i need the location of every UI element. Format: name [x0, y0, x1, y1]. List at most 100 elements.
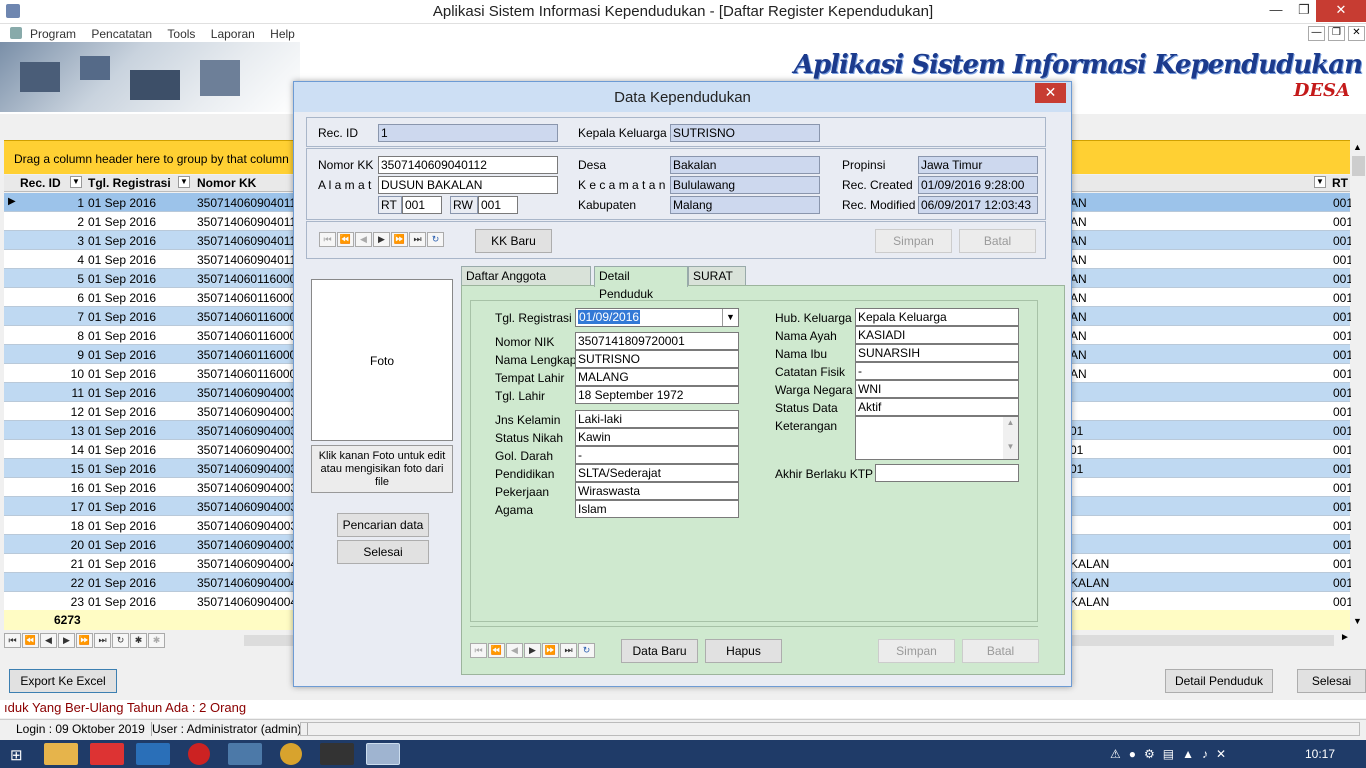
alamat-field[interactable]: DUSUN BAKALAN: [378, 176, 558, 194]
detail-prev-icon[interactable]: ◀: [506, 643, 523, 658]
ibu-field[interactable]: SUNARSIH: [855, 344, 1019, 362]
detail-first-icon[interactable]: ⏮: [470, 643, 487, 658]
menu-tools[interactable]: Tools: [161, 25, 201, 43]
selesai-main-button[interactable]: Selesai: [1297, 669, 1366, 693]
pencarian-data-button[interactable]: Pencarian data: [337, 513, 429, 537]
data-baru-button[interactable]: Data Baru: [621, 639, 698, 663]
kk-baru-button[interactable]: KK Baru: [475, 229, 552, 253]
fisik-field[interactable]: -: [855, 362, 1019, 380]
keterangan-textarea[interactable]: [855, 416, 1019, 460]
hapus-button[interactable]: Hapus: [705, 639, 782, 663]
tab-detail-penduduk[interactable]: Detail Penduduk: [594, 266, 688, 301]
nav-first-icon[interactable]: ⏮: [4, 633, 21, 648]
keterangan-scrollbar[interactable]: ▲ ▼: [1003, 417, 1018, 459]
tempat-field[interactable]: MALANG: [575, 368, 739, 386]
detail-next-page-icon[interactable]: ⏩: [542, 643, 559, 658]
desa-field[interactable]: Bakalan: [670, 156, 820, 174]
detail-prev-page-icon[interactable]: ⏪: [488, 643, 505, 658]
start-windows-icon[interactable]: ⊞: [10, 746, 23, 764]
detail-next-icon[interactable]: ▶: [524, 643, 541, 658]
agama-field[interactable]: Islam: [575, 500, 739, 518]
col-tgl[interactable]: Tgl. Registrasi: [88, 176, 171, 190]
pekerjaan-field[interactable]: Wiraswasta: [575, 482, 739, 500]
kk-batal-button[interactable]: Batal: [959, 229, 1036, 253]
nav-asterisk2-icon[interactable]: ✱: [148, 633, 165, 648]
status-field[interactable]: Aktif: [855, 398, 1019, 416]
vscroll-down-icon[interactable]: ▼: [1353, 616, 1362, 626]
kk-prev-icon[interactable]: ◀: [355, 232, 372, 247]
detail-refresh-icon[interactable]: ↻: [578, 643, 595, 658]
mdi-minimize-button[interactable]: —: [1308, 26, 1325, 41]
kabupaten-field[interactable]: Malang: [670, 196, 820, 214]
menu-program[interactable]: Program: [24, 25, 82, 43]
nav-next-page-icon[interactable]: ⏩: [76, 633, 93, 648]
mdi-close-button[interactable]: ✕: [1348, 26, 1365, 41]
rt-field[interactable]: 001: [402, 196, 442, 214]
photo-box[interactable]: Foto: [311, 279, 453, 441]
grid-vscroll[interactable]: ▲ ▼: [1351, 140, 1366, 630]
mdi-restore-button[interactable]: ❐: [1328, 26, 1345, 41]
nav-refresh-icon[interactable]: ↻: [112, 633, 129, 648]
export-excel-button[interactable]: Export Ke Excel: [9, 669, 117, 693]
dialog-close-button[interactable]: ✕: [1035, 83, 1066, 103]
nav-asterisk-icon[interactable]: ✱: [130, 633, 147, 648]
recid-field[interactable]: 1: [378, 124, 558, 142]
kk-next-icon[interactable]: ▶: [373, 232, 390, 247]
kk-refresh-icon[interactable]: ↻: [427, 232, 444, 247]
vscroll-up-icon[interactable]: ▲: [1353, 142, 1362, 152]
nokk-field[interactable]: 3507140609040112: [378, 156, 558, 174]
kk-next-page-icon[interactable]: ⏩: [391, 232, 408, 247]
col-recid[interactable]: Rec. ID: [20, 176, 61, 190]
detail-last-icon[interactable]: ⏭: [560, 643, 577, 658]
darah-field[interactable]: -: [575, 446, 739, 464]
menu-help[interactable]: Help: [264, 25, 301, 43]
selesai-dialog-button[interactable]: Selesai: [337, 540, 429, 564]
nav-last-icon[interactable]: ⏭: [94, 633, 111, 648]
menu-laporan[interactable]: Laporan: [205, 25, 261, 43]
taskbar-remote-icon[interactable]: [228, 743, 262, 765]
taskbar-vscode-icon[interactable]: [136, 743, 170, 765]
nav-prev-icon[interactable]: ◀: [40, 633, 57, 648]
taskbar-opera-icon[interactable]: [188, 743, 210, 765]
kecamatan-field[interactable]: Bululawang: [670, 176, 820, 194]
hub-field[interactable]: Kepala Keluarga: [855, 308, 1019, 326]
kk-first-icon[interactable]: ⏮: [319, 232, 336, 247]
nik-field[interactable]: 3507141809720001: [575, 332, 739, 350]
scroll-right-icon[interactable]: ►: [1340, 632, 1350, 643]
menu-pencatatan[interactable]: Pencatatan: [85, 25, 158, 43]
propinsi-field[interactable]: Jawa Timur: [918, 156, 1038, 174]
tglreg-dropdown[interactable]: 01/09/2016 ▼: [575, 308, 739, 327]
modified-field[interactable]: 06/09/2017 12:03:43: [918, 196, 1038, 214]
col-recid-filter-icon[interactable]: ▼: [70, 176, 82, 188]
close-button[interactable]: ✕: [1316, 0, 1366, 22]
col-rt[interactable]: RT: [1332, 176, 1348, 190]
kk-simpan-button[interactable]: Simpan: [875, 229, 952, 253]
ktp-field[interactable]: [875, 464, 1019, 482]
rw-field[interactable]: 001: [478, 196, 518, 214]
detail-batal-button[interactable]: Batal: [962, 639, 1039, 663]
tgllahir-field[interactable]: 18 September 1972: [575, 386, 739, 404]
taskbar-penguin-icon[interactable]: [320, 743, 354, 765]
detail-penduduk-button[interactable]: Detail Penduduk: [1165, 669, 1273, 693]
taskbar-clock[interactable]: 10:17: [1305, 747, 1335, 761]
tray-icons[interactable]: ⚠●⚙▤▲♪✕: [1110, 747, 1234, 761]
chevron-down-icon[interactable]: ▼: [722, 309, 738, 326]
col-tgl-filter-icon[interactable]: ▼: [178, 176, 190, 188]
tab-surat[interactable]: SURAT: [688, 266, 746, 286]
taskbar-chrome-icon[interactable]: [280, 743, 302, 765]
col-nokk[interactable]: Nomor KK: [197, 176, 256, 190]
col-filter-icon[interactable]: ▼: [1314, 176, 1326, 188]
kk-prev-page-icon[interactable]: ⏪: [337, 232, 354, 247]
jk-field[interactable]: Laki-laki: [575, 410, 739, 428]
nav-next-icon[interactable]: ▶: [58, 633, 75, 648]
detail-simpan-button[interactable]: Simpan: [878, 639, 955, 663]
vscroll-thumb[interactable]: [1352, 156, 1365, 176]
nama-field[interactable]: SUTRISNO: [575, 350, 739, 368]
warga-field[interactable]: WNI: [855, 380, 1019, 398]
kk-last-icon[interactable]: ⏭: [409, 232, 426, 247]
pendidikan-field[interactable]: SLTA/Sederajat: [575, 464, 739, 482]
created-field[interactable]: 01/09/2016 9:28:00: [918, 176, 1038, 194]
kepala-field[interactable]: SUTRISNO: [670, 124, 820, 142]
ayah-field[interactable]: KASIADI: [855, 326, 1019, 344]
nikah-field[interactable]: Kawin: [575, 428, 739, 446]
